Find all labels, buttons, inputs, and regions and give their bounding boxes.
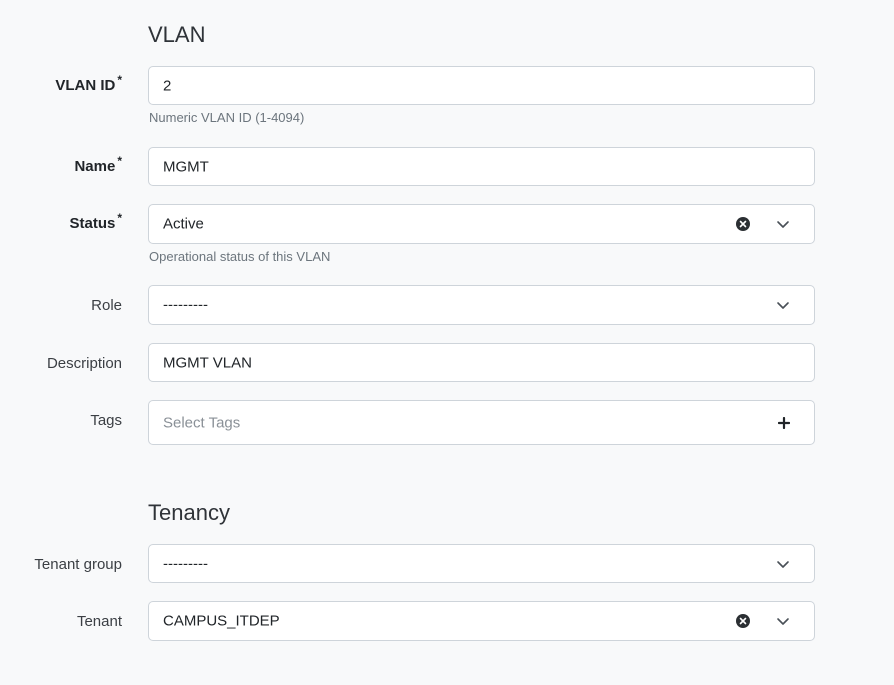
tenant-group-label: Tenant group bbox=[34, 556, 122, 573]
tenant-select[interactable]: CAMPUS_ITDEP bbox=[148, 601, 815, 641]
required-marker: * bbox=[117, 211, 122, 225]
tenant-value: CAMPUS_ITDEP bbox=[163, 612, 280, 630]
name-value: MGMT bbox=[163, 158, 209, 175]
status-label-text: Status bbox=[69, 215, 116, 232]
role-label: Role bbox=[91, 297, 122, 314]
role-value: --------- bbox=[163, 296, 208, 314]
required-marker: * bbox=[117, 73, 122, 87]
clear-circle-icon[interactable] bbox=[736, 217, 750, 231]
name-field[interactable]: MGMT bbox=[148, 147, 815, 186]
tags-placeholder: Select Tags bbox=[163, 414, 241, 431]
vlan-id-label: VLAN ID * bbox=[55, 73, 122, 94]
role-select[interactable]: --------- bbox=[148, 285, 815, 325]
vlan-id-value: 2 bbox=[163, 77, 172, 94]
description-label: Description bbox=[46, 355, 122, 372]
vlan-id-help: Numeric VLAN ID (1-4094) bbox=[149, 110, 305, 125]
description-value: MGMT VLAN bbox=[163, 354, 252, 371]
description-field[interactable]: MGMT VLAN bbox=[148, 343, 815, 382]
vlan-section-title: VLAN bbox=[148, 22, 206, 47]
status-help: Operational status of this VLAN bbox=[149, 249, 331, 264]
chevron-down-icon[interactable] bbox=[776, 298, 790, 312]
tenant-group-value: --------- bbox=[163, 555, 208, 572]
chevron-down-icon[interactable] bbox=[776, 557, 790, 571]
vlan-id-label-text: VLAN ID bbox=[55, 77, 116, 94]
tags-label: Tags bbox=[90, 412, 122, 429]
chevron-down-icon[interactable] bbox=[776, 614, 790, 628]
tenant-label: Tenant bbox=[76, 613, 122, 630]
clear-circle-icon[interactable] bbox=[736, 614, 750, 628]
plus-icon[interactable] bbox=[778, 416, 790, 429]
status-select[interactable]: Active bbox=[148, 204, 815, 244]
name-label-text: Name bbox=[74, 158, 116, 175]
status-value: Active bbox=[163, 215, 204, 233]
name-label: Name * bbox=[74, 154, 122, 175]
tenant-group-select[interactable]: --------- bbox=[148, 544, 815, 583]
chevron-down-icon[interactable] bbox=[776, 217, 790, 231]
tags-select[interactable]: Select Tags bbox=[148, 400, 815, 445]
status-label: Status * bbox=[69, 211, 122, 232]
required-marker: * bbox=[117, 154, 122, 168]
tenancy-section-title: Tenancy bbox=[148, 500, 230, 525]
vlan-id-field[interactable]: 2 bbox=[148, 66, 815, 105]
